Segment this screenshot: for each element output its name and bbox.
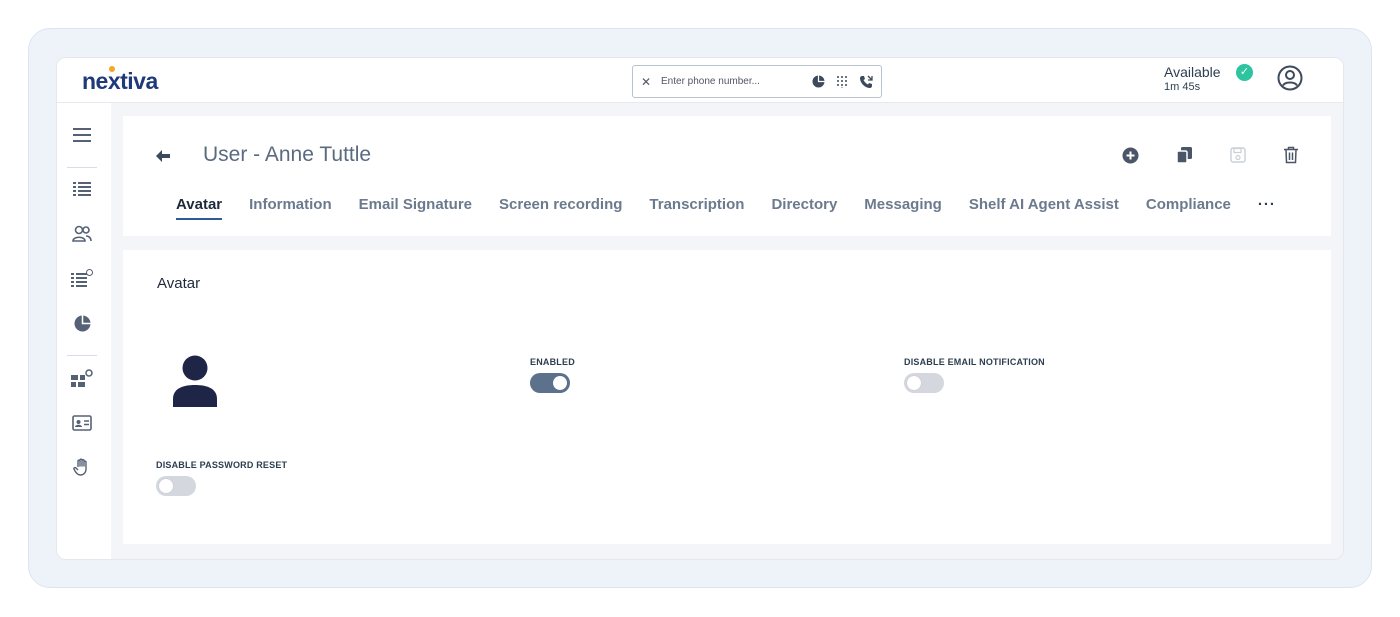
tab-screen-recording[interactable]: Screen recording <box>499 196 622 220</box>
check-icon: ✓ <box>1236 64 1253 81</box>
phone-dialer: ✕ Enter phone number... <box>632 65 882 98</box>
tab-information[interactable]: Information <box>249 196 332 220</box>
disable-password-reset-field: DISABLE PASSWORD RESET <box>156 460 287 496</box>
pie-chart-icon[interactable] <box>811 75 825 89</box>
add-icon[interactable] <box>1119 144 1141 166</box>
disable-email-notification-label: DISABLE EMAIL NOTIFICATION <box>904 357 1045 367</box>
user-avatar-icon[interactable] <box>172 355 218 407</box>
call-icon[interactable] <box>859 75 873 89</box>
logo-dot <box>109 66 115 72</box>
toggle-knob <box>553 376 567 390</box>
page-title: User - Anne Tuttle <box>203 143 372 166</box>
enabled-label: ENABLED <box>530 357 575 367</box>
copy-icon[interactable] <box>1173 144 1195 166</box>
id-card-icon[interactable] <box>71 412 93 434</box>
tab-email-signature[interactable]: Email Signature <box>359 196 472 220</box>
back-arrow-icon[interactable] <box>155 149 173 163</box>
status-timer: 1m 45s <box>1164 81 1201 93</box>
app-window: nextiva ✕ Enter phone number... Availabl… <box>56 57 1344 560</box>
enabled-toggle[interactable] <box>530 373 570 393</box>
section-title: Avatar <box>157 275 201 292</box>
profile-icon[interactable] <box>1277 65 1303 91</box>
pie-chart-icon[interactable] <box>71 312 93 334</box>
phone-input[interactable]: Enter phone number... <box>661 76 801 87</box>
nextiva-logo[interactable]: nextiva <box>82 66 158 95</box>
enabled-field: ENABLED <box>530 357 575 393</box>
page-header: User - Anne Tuttle Avatar Information Em… <box>123 116 1331 236</box>
list-icon[interactable] <box>71 178 93 200</box>
delete-icon[interactable] <box>1280 144 1302 166</box>
tab-messaging[interactable]: Messaging <box>864 196 942 220</box>
tab-bar: Avatar Information Email Signature Scree… <box>176 196 1303 220</box>
logo-text: nextiva <box>82 68 158 94</box>
tab-shelf-ai-agent-assist[interactable]: Shelf AI Agent Assist <box>969 196 1119 220</box>
dashboard-icon[interactable] <box>71 367 93 389</box>
clear-icon[interactable]: ✕ <box>641 75 655 89</box>
dialpad-icon[interactable] <box>835 75 849 89</box>
agent-status[interactable]: Available 1m 45s ✓ <box>1164 64 1253 93</box>
sidebar-divider <box>67 355 97 356</box>
avatar-panel: Avatar ENABLED DISABLE EMAIL NOTIFICATIO… <box>123 250 1331 544</box>
hand-icon[interactable] <box>71 456 93 478</box>
queue-list-icon[interactable] <box>71 267 93 289</box>
disable-email-notification-field: DISABLE EMAIL NOTIFICATION <box>904 357 1045 393</box>
status-label: Available <box>1164 64 1221 80</box>
disable-email-notification-toggle[interactable] <box>904 373 944 393</box>
sidebar <box>57 103 111 559</box>
menu-icon[interactable] <box>71 124 93 146</box>
tab-compliance[interactable]: Compliance <box>1146 196 1231 220</box>
tab-avatar[interactable]: Avatar <box>176 196 223 220</box>
tab-transcription[interactable]: Transcription <box>649 196 744 220</box>
disable-password-reset-toggle[interactable] <box>156 476 196 496</box>
more-tabs-button[interactable]: ··· <box>1258 196 1276 220</box>
users-icon[interactable] <box>71 223 93 245</box>
toggle-knob <box>907 376 921 390</box>
disable-password-reset-label: DISABLE PASSWORD RESET <box>156 460 288 470</box>
save-icon[interactable] <box>1227 144 1249 166</box>
tab-directory[interactable]: Directory <box>771 196 837 220</box>
sidebar-divider <box>67 167 97 168</box>
toggle-knob <box>159 479 173 493</box>
main-content: User - Anne Tuttle Avatar Information Em… <box>111 103 1343 559</box>
top-bar: nextiva ✕ Enter phone number... Availabl… <box>57 58 1343 103</box>
